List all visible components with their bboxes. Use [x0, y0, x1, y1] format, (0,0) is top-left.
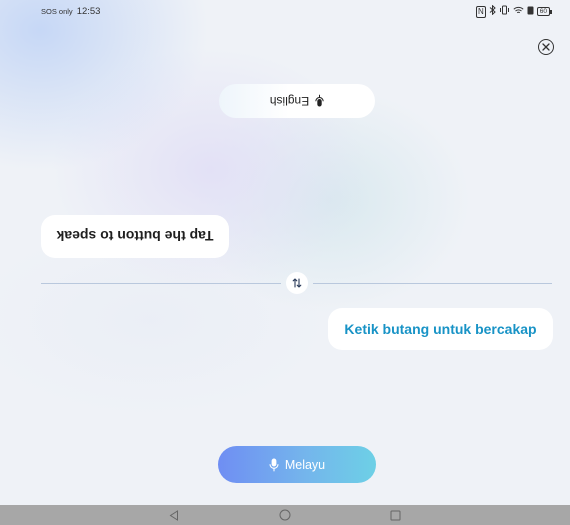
speak-language-button[interactable]: Melayu: [218, 446, 376, 483]
home-button[interactable]: [279, 509, 291, 521]
swap-arrows-icon: [292, 278, 302, 288]
microphone-icon: [269, 458, 279, 471]
self-speech-text: Ketik butang untuk bercakap: [344, 321, 537, 337]
battery-level: 60: [536, 7, 550, 16]
back-button[interactable]: [168, 509, 180, 521]
sim-icon: [527, 6, 534, 18]
status-left: SOS only 12:53: [41, 6, 100, 17]
microphone-icon: [315, 95, 324, 107]
other-language-label: English: [269, 94, 310, 108]
other-speech-bubble: Tap the button to speak: [41, 215, 229, 258]
recents-button[interactable]: [389, 509, 401, 521]
bluetooth-icon: [489, 4, 496, 18]
vibrate-icon: [499, 5, 510, 18]
home-circle-icon: [279, 509, 291, 521]
close-icon: [542, 43, 550, 51]
swap-languages-button[interactable]: [286, 272, 308, 294]
divider-left: [41, 282, 281, 284]
back-triangle-icon: [169, 509, 178, 521]
status-icons: N 60: [475, 4, 552, 18]
carrier-label: SOS only: [41, 7, 73, 16]
status-bar: SOS only 12:53 N 60: [0, 0, 570, 22]
close-button[interactable]: [538, 39, 554, 55]
other-speech-text: Tap the button to speak: [56, 228, 214, 245]
other-language-button[interactable]: English: [219, 84, 375, 118]
recents-square-icon: [390, 510, 400, 520]
divider-right: [313, 282, 552, 284]
wifi-icon: [513, 6, 524, 18]
speak-language-label: Melayu: [284, 457, 326, 472]
navigation-bar: [0, 505, 570, 525]
self-speech-bubble: Ketik butang untuk bercakap: [328, 308, 553, 350]
clock: 12:53: [76, 6, 101, 17]
battery-icon: 60: [536, 7, 552, 16]
nfc-icon: N: [475, 5, 486, 18]
